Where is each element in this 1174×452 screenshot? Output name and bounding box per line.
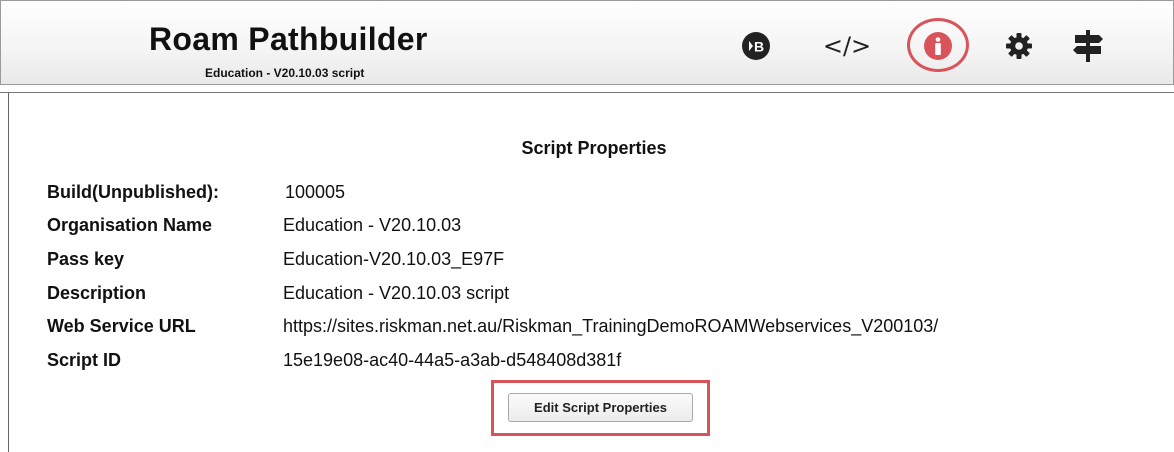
app-subtitle: Education - V20.10.03 script — [205, 66, 365, 80]
svg-text:B: B — [754, 39, 764, 55]
property-label: Script ID — [47, 350, 122, 370]
property-value: 100005 — [285, 182, 346, 202]
code-icon[interactable]: </> — [823, 28, 871, 64]
property-label: Organisation Name — [47, 215, 213, 235]
build-play-icon[interactable]: B — [738, 28, 774, 64]
property-value: 15e19e08-ac40-44a5-a3ab-d548408d381f — [283, 350, 622, 370]
edit-script-properties-button[interactable]: Edit Script Properties — [508, 393, 693, 422]
app-window: Roam Pathbuilder Education - V20.10.03 s… — [0, 0, 1174, 452]
property-value: Education - V20.10.03 script — [283, 283, 510, 303]
property-value: Education-V20.10.03_E97F — [283, 249, 505, 269]
property-label: Build(Unpublished): — [47, 182, 219, 202]
property-value: https://sites.riskman.net.au/Riskman_Tra… — [283, 316, 939, 336]
property-label: Pass key — [47, 249, 125, 269]
property-label: Description — [47, 283, 147, 303]
property-label: Web Service URL — [47, 316, 196, 336]
app-header: Roam Pathbuilder Education - V20.10.03 s… — [0, 0, 1174, 85]
app-title: Roam Pathbuilder — [149, 21, 428, 57]
property-value: Education - V20.10.03 — [283, 215, 462, 235]
signpost-icon[interactable] — [1070, 28, 1106, 64]
header-divider — [0, 92, 1174, 93]
gear-icon[interactable] — [1001, 28, 1037, 64]
section-title: Script Properties — [521, 138, 667, 158]
info-icon-highlight — [907, 18, 969, 72]
